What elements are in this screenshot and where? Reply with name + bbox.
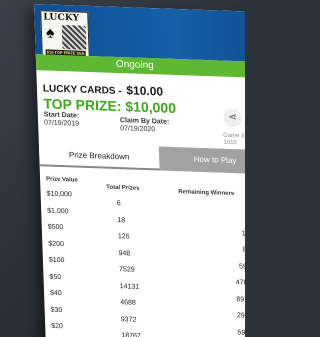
game-detail-card: LUCKY ♠ $10 TOP PRIZE SEE BACK ✕ Ongoing… (34, 4, 245, 337)
remaining-winners-cell: 82 (242, 246, 245, 254)
remaining-winners-cell: 3 (209, 212, 245, 220)
photo-background: LUCKY ♠ $10 TOP PRIZE SEE BACK ✕ Ongoing… (0, 0, 245, 337)
prize-value-cell: $20 (51, 322, 64, 331)
start-date-block: Start Date: 07/19/2019 (44, 111, 80, 128)
total-prizes-cell: 14131 (119, 282, 140, 291)
ticket-logo: LUCKY (43, 12, 80, 24)
remaining-winners-cell: 8979 (236, 295, 245, 304)
prize-value-cell: $500 (47, 223, 64, 232)
game-price: $10.00 (126, 83, 164, 99)
column-header-total-prizes: Total Prizes (106, 184, 140, 192)
remaining-winners-cell: 4784 (235, 279, 245, 287)
spade-icon: ♠ (45, 24, 55, 42)
share-icon: ⋖ (228, 111, 237, 124)
game-number-block: Game # 1015 (223, 133, 245, 148)
ticket-artwork (61, 24, 87, 50)
share-button[interactable]: ⋖ (223, 108, 242, 128)
total-prizes-cell: 18 (117, 216, 126, 224)
tab-how-to-play[interactable]: How to Play (158, 146, 245, 175)
prize-value-cell: $1,000 (47, 207, 69, 215)
total-prizes-cell: 948 (118, 249, 131, 258)
prize-value-cell: $100 (48, 256, 65, 265)
total-prizes-cell: 4688 (120, 299, 136, 307)
total-prizes-cell: 6 (116, 200, 121, 208)
remaining-winners-cell: 12 (241, 229, 245, 238)
close-icon[interactable]: ✕ (243, 16, 245, 37)
game-number-value: 1015 (223, 139, 237, 147)
prize-value-cell: $50 (49, 273, 62, 281)
tab-prize-breakdown[interactable]: Prize Breakdown (38, 142, 160, 171)
column-header-remaining-winners: Remaining Winners (178, 189, 235, 198)
remaining-winners-cell: 2964 (236, 312, 245, 320)
total-prizes-cell: 9372 (120, 315, 137, 324)
column-header-prize-value: Prize Value (45, 176, 78, 184)
prize-value-cell: $10,000 (46, 190, 73, 199)
remaining-winners-cell: 5976 (237, 328, 245, 337)
prize-value-cell: $30 (50, 306, 63, 314)
header-banner: LUCKY ♠ $10 TOP PRIZE SEE BACK ✕ (34, 4, 245, 71)
prize-value-cell: $200 (48, 240, 65, 248)
claim-date-block: Claim By Date: 07/19/2020 (120, 117, 170, 135)
tab-bar: Prize Breakdown How to Play (38, 142, 245, 175)
total-prizes-cell: 126 (117, 233, 130, 241)
total-prizes-cell: 7529 (118, 266, 135, 274)
start-date-value: 07/19/2019 (44, 119, 80, 128)
prize-value-cell: $40 (49, 289, 62, 298)
remaining-winners-cell: 596 (238, 262, 245, 271)
total-prizes-cell: 18767 (121, 332, 141, 337)
status-label: Ongoing (115, 58, 154, 72)
